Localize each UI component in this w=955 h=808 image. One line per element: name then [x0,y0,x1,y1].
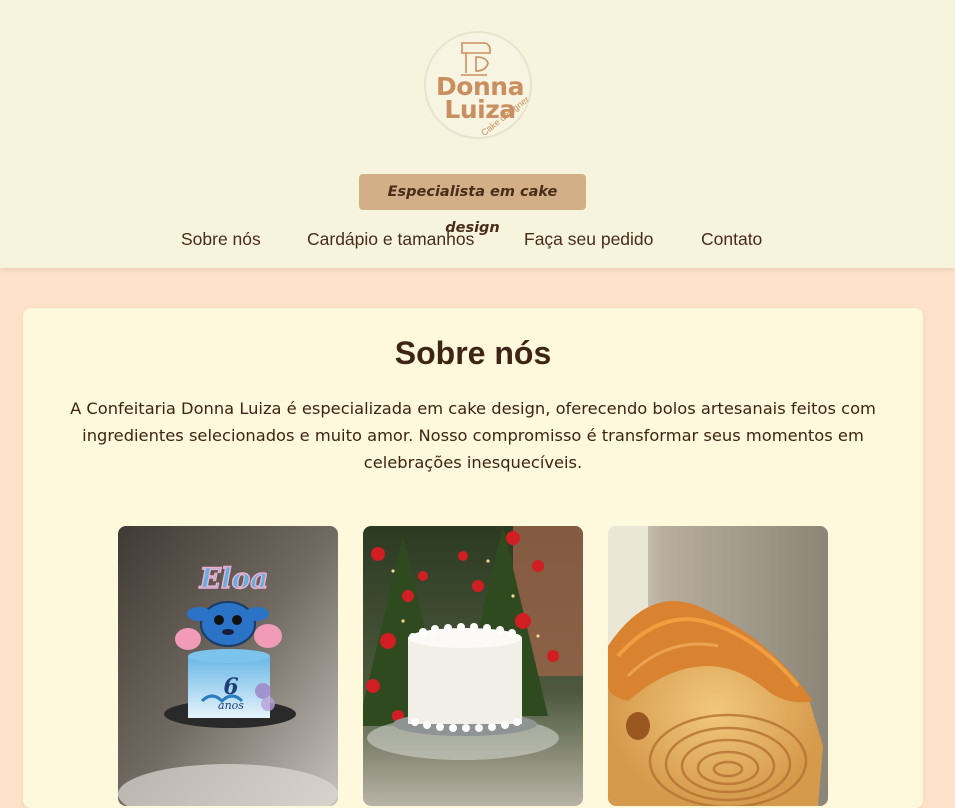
section-title: Sobre nós [394,335,552,371]
cake-topper-name: Eloa [199,562,269,595]
main-nav: Sobre nós Cardápio e tamanhos Faça seu p… [0,228,955,250]
about-section: Sobre nós A Confeitaria Donna Luiza é es… [23,308,923,808]
stitch-birthday-cake-photo[interactable]: Eloa 6 anos [118,526,338,806]
nav-link-sobre-nos[interactable]: Sobre nós [181,228,261,250]
specialty-badge: Especialista em cake design [359,174,586,236]
caramel-roll-cake-photo[interactable] [608,526,828,806]
nav-link-contato[interactable]: Contato [701,228,762,250]
white-cake-christmas-photo[interactable] [363,526,583,806]
cake-topper-age-number: 6 [223,674,238,700]
brand-logo[interactable]: Donna Luiza Cake designer [424,31,532,139]
nav-link-faca-seu-pedido[interactable]: Faça seu pedido [524,228,653,250]
cake-topper-age-word: anos [218,699,244,712]
site-header: Donna Luiza Cake designer Especialista e… [0,0,955,268]
nav-link-cardapio[interactable]: Cardápio e tamanhos [307,228,474,250]
section-description: A Confeitaria Donna Luiza é especializad… [70,399,876,472]
